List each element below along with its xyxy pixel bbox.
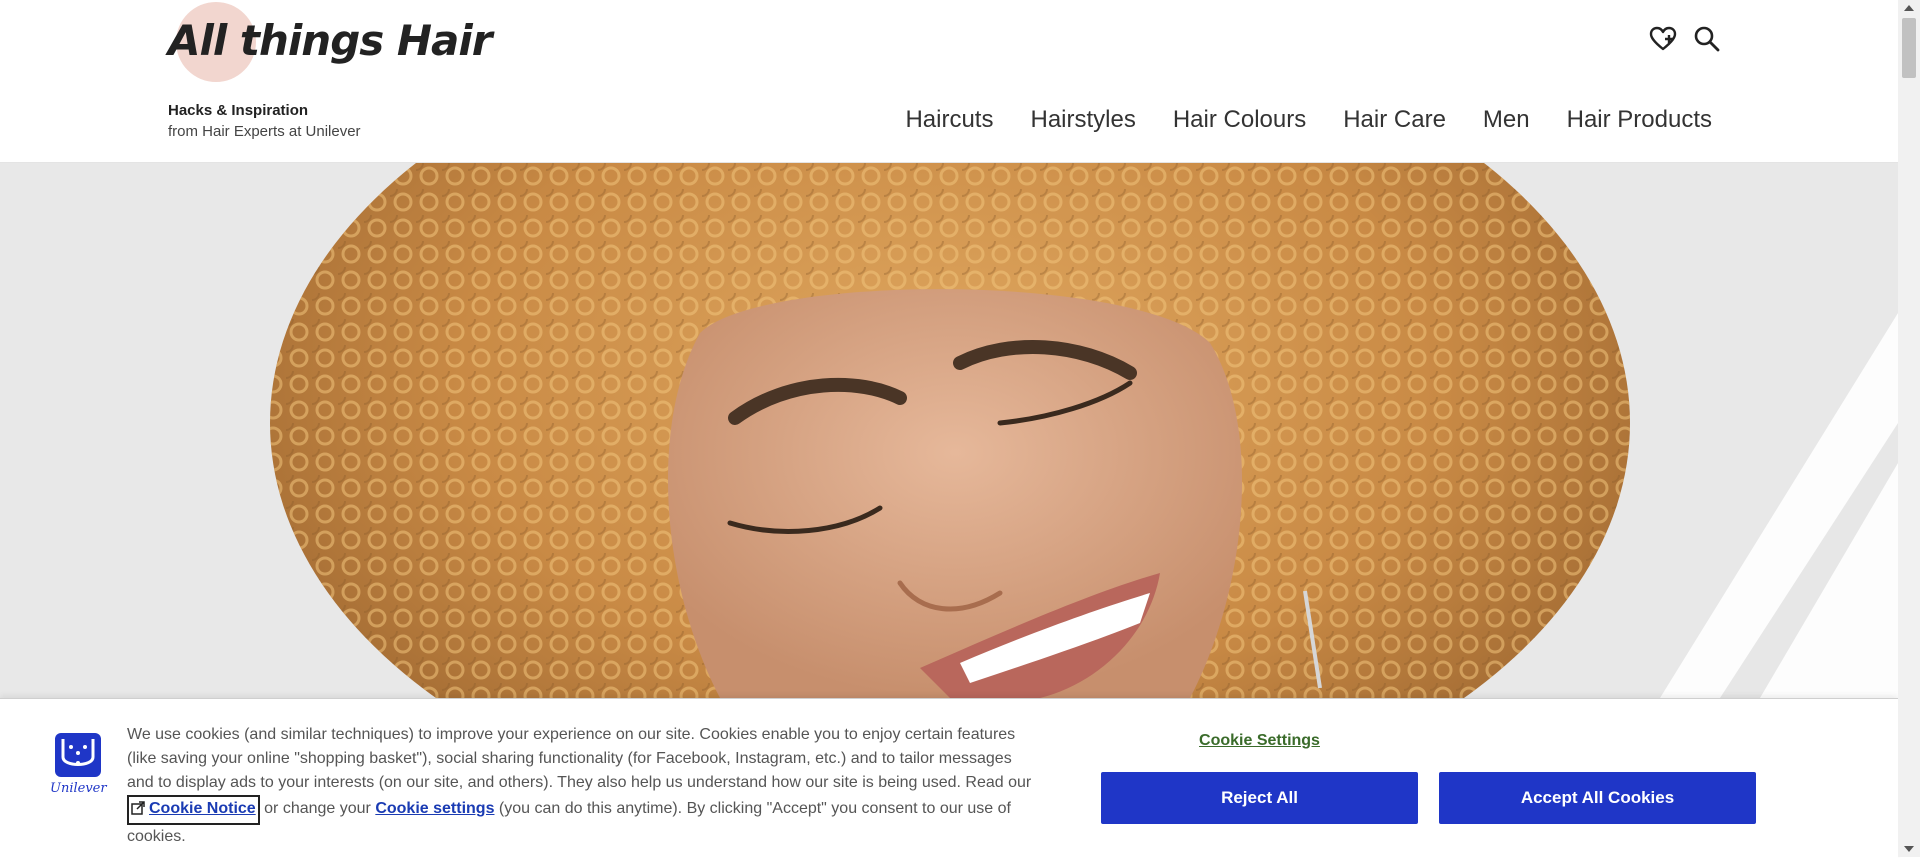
nav-hair-care[interactable]: Hair Care <box>1343 106 1446 134</box>
nav-hair-colours[interactable]: Hair Colours <box>1173 106 1306 134</box>
header-icons <box>1648 24 1724 58</box>
tagline-title: Hacks & Inspiration <box>168 102 309 119</box>
unilever-wordmark: Unilever <box>50 781 107 796</box>
main-nav: Haircuts Hairstyles Hair Colours Hair Ca… <box>905 106 1712 134</box>
scrollbar-thumb[interactable] <box>1902 18 1916 78</box>
nav-men[interactable]: Men <box>1483 106 1530 134</box>
cookie-banner: Unilever We use cookies (and similar tec… <box>0 698 1898 858</box>
reject-all-button[interactable]: Reject All <box>1101 772 1418 824</box>
search-icon[interactable] <box>1692 24 1722 54</box>
external-link-icon <box>131 799 145 823</box>
site-logo[interactable]: All things Hair <box>168 2 492 86</box>
cookie-message: We use cookies (and similar techniques) … <box>127 723 1037 849</box>
hero-image <box>0 163 1898 698</box>
cookie-notice-label: Cookie Notice <box>149 800 256 817</box>
cookie-settings-button[interactable]: Cookie Settings <box>1101 731 1418 751</box>
tagline: Hacks & Inspiration from Hair Experts at… <box>168 100 361 142</box>
tagline-subtitle: from Hair Experts at Unilever <box>168 123 361 140</box>
accept-all-cookies-button[interactable]: Accept All Cookies <box>1439 772 1756 824</box>
vertical-scrollbar[interactable] <box>1898 0 1920 857</box>
scroll-up-arrow-icon[interactable] <box>1898 0 1920 16</box>
scroll-down-arrow-icon[interactable] <box>1898 841 1920 857</box>
nav-haircuts[interactable]: Haircuts <box>905 106 993 134</box>
logo-text: All things Hair <box>168 16 492 65</box>
hero-photo <box>0 163 1898 698</box>
heart-plus-icon[interactable] <box>1648 24 1678 54</box>
unilever-logo: Unilever <box>50 733 107 803</box>
nav-hair-products[interactable]: Hair Products <box>1567 106 1712 134</box>
cookie-notice-link[interactable]: Cookie Notice <box>127 795 260 825</box>
nav-hairstyles[interactable]: Hairstyles <box>1030 106 1135 134</box>
cookie-text-2: or change your <box>264 800 371 817</box>
cookie-settings-link[interactable]: Cookie settings <box>375 800 494 817</box>
page: All things Hair Hacks & Inspiration from… <box>0 0 1898 858</box>
unilever-u-mark <box>55 733 101 777</box>
site-header: All things Hair Hacks & Inspiration from… <box>0 0 1898 163</box>
cookie-text-1: We use cookies (and similar techniques) … <box>127 726 1032 791</box>
